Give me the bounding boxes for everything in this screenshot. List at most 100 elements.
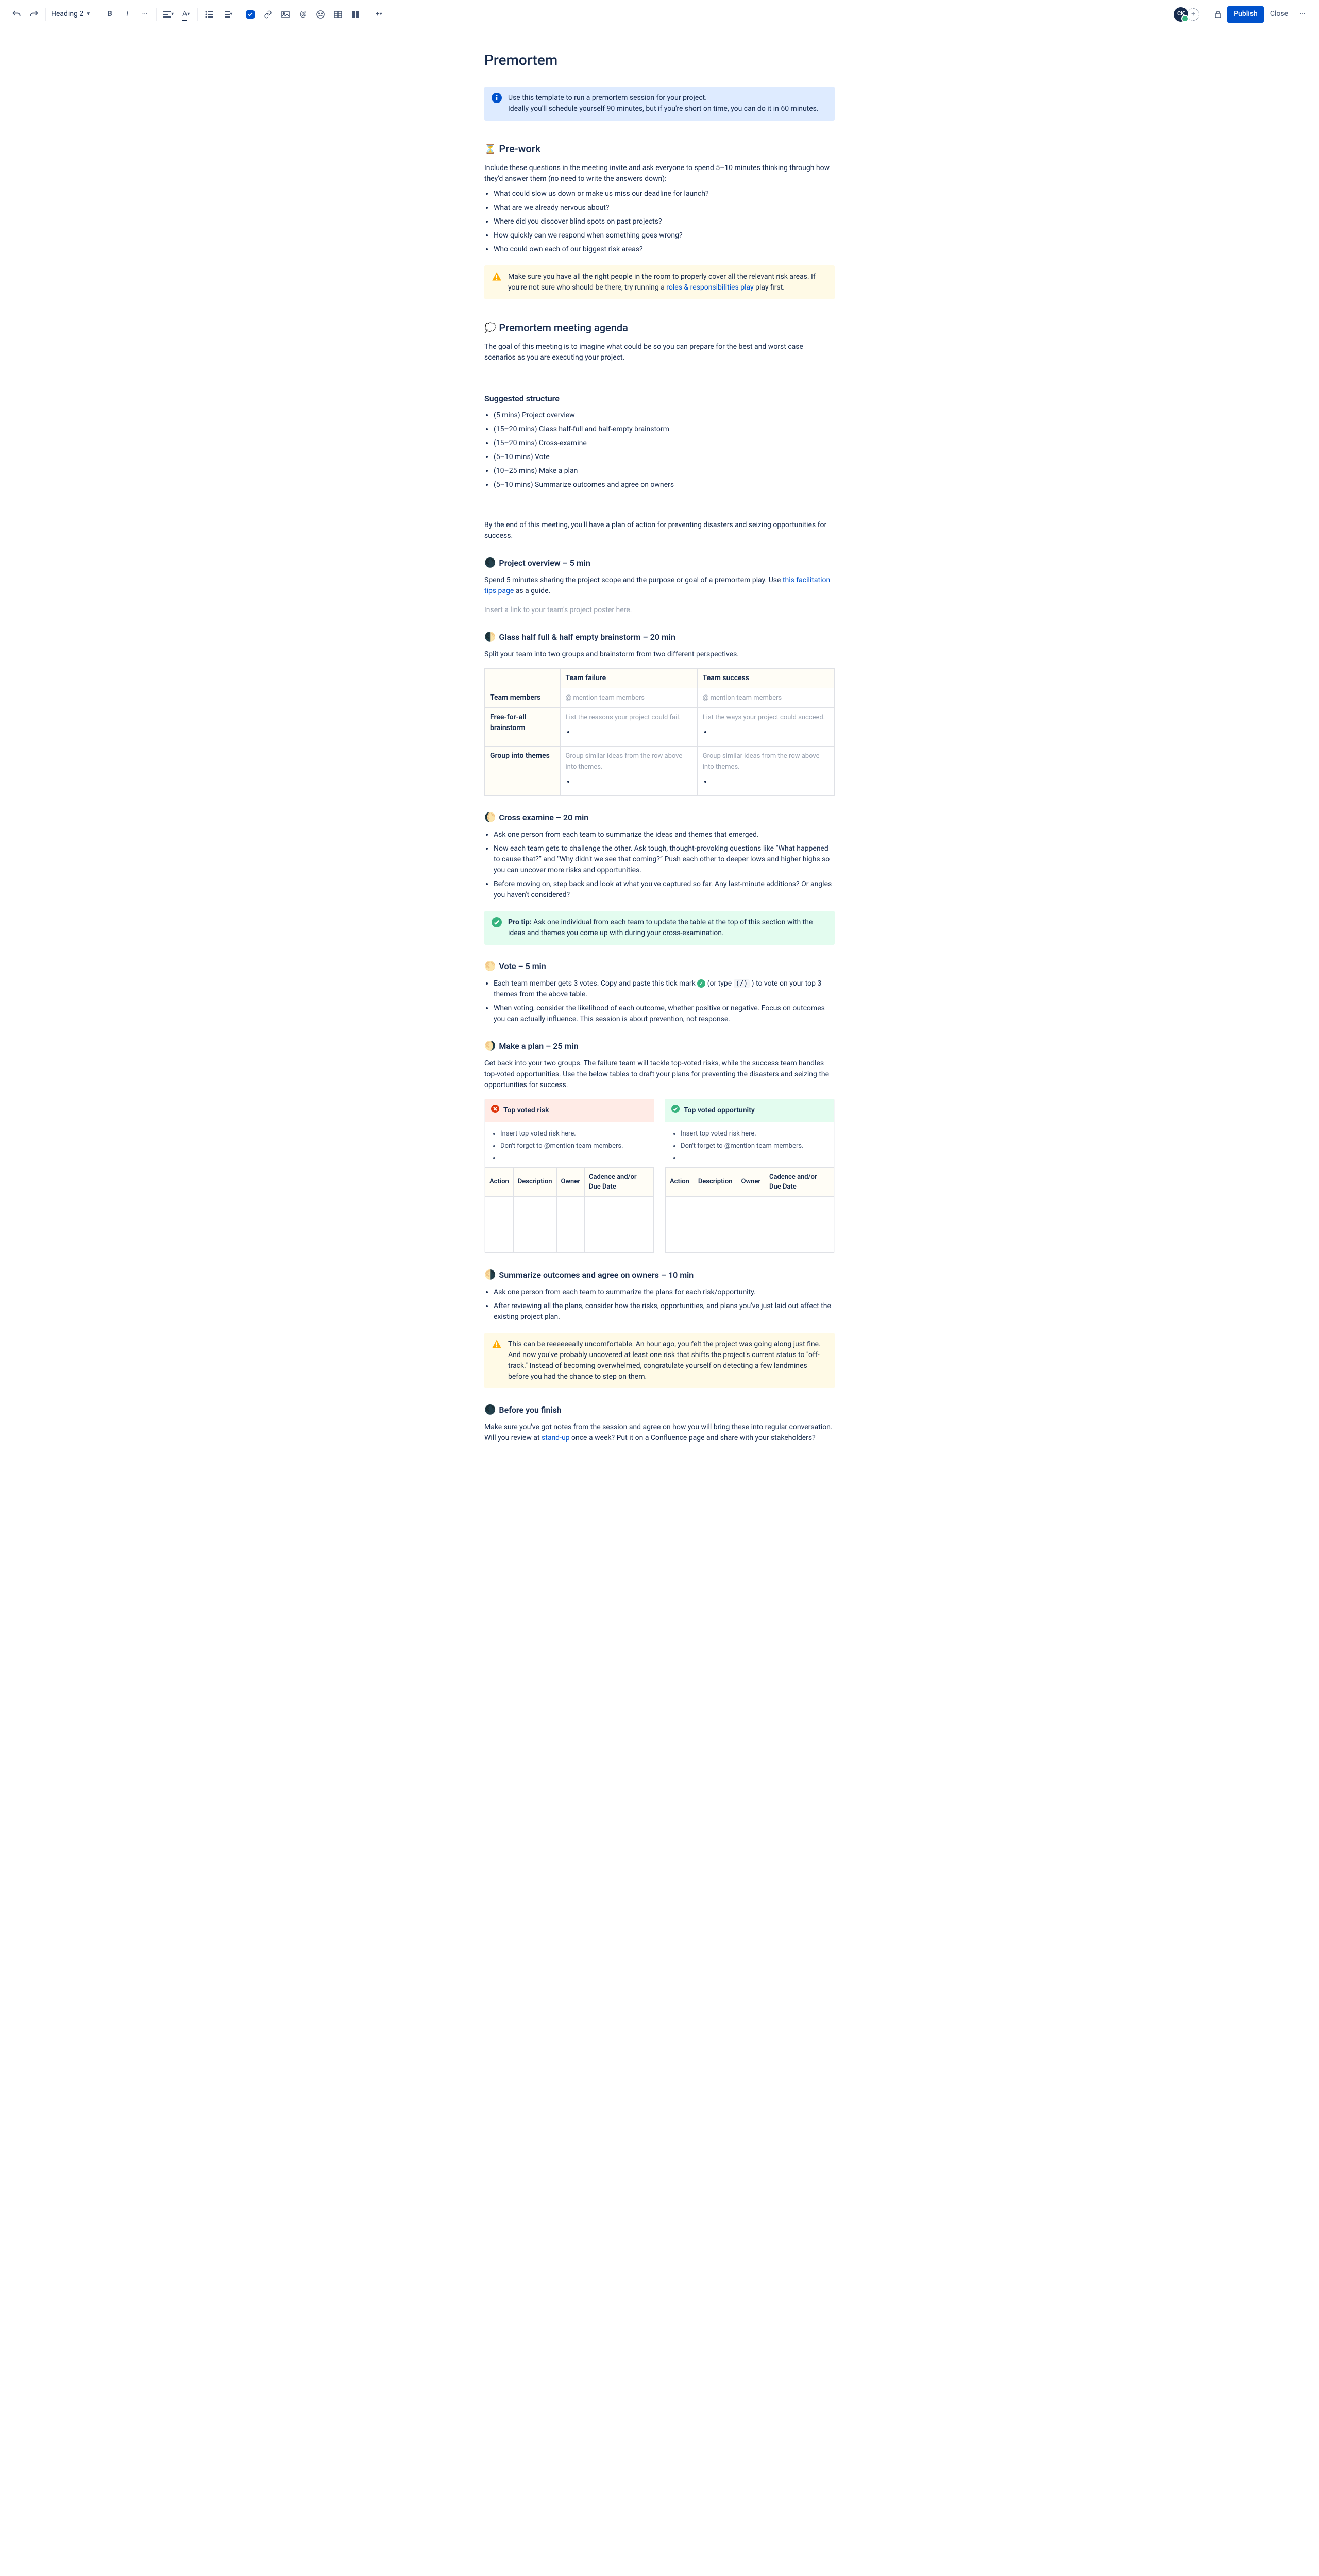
list-item[interactable]: Insert top voted risk here. (500, 1129, 647, 1139)
finish-text[interactable]: Make sure you've got notes from the sess… (484, 1422, 835, 1444)
image-icon (281, 10, 290, 19)
list-item[interactable]: After reviewing all the plans, consider … (494, 1301, 835, 1323)
cross-heading[interactable]: 🌔 Cross examine – 20 min (484, 810, 835, 824)
mention-button[interactable]: @ (295, 6, 311, 23)
bullet-list-button[interactable] (201, 6, 217, 23)
mention-placeholder[interactable]: @ mention team members (566, 694, 645, 702)
info-panel-text[interactable]: Use this template to run a premortem ses… (508, 93, 827, 114)
list-item[interactable]: Who could own each of our biggest risk a… (494, 244, 835, 255)
hourglass-emoji: ⏳ (484, 142, 496, 156)
list-item[interactable]: Before moving on, step back and look at … (494, 879, 835, 901)
action-item-button[interactable] (242, 6, 259, 23)
structure-list[interactable]: (5 mins) Project overview (15–20 mins) G… (494, 410, 835, 490)
restrictions-button[interactable] (1210, 6, 1226, 23)
lock-open-icon (1214, 10, 1222, 19)
publish-button[interactable]: Publish (1227, 6, 1264, 23)
list-item[interactable]: Don't forget to @mention team members. (681, 1141, 827, 1151)
text-color-button[interactable]: A ▾ (178, 6, 194, 23)
italic-button[interactable]: I (119, 6, 136, 23)
close-button[interactable]: Close (1265, 6, 1293, 23)
invite-button[interactable]: + (1187, 8, 1199, 21)
list-item[interactable]: (15–20 mins) Cross-examine (494, 438, 835, 449)
plan-heading[interactable]: 🌖 Make a plan – 25 min (484, 1039, 835, 1053)
prework-intro[interactable]: Include these questions in the meeting i… (484, 163, 835, 184)
avatar[interactable]: CK (1174, 7, 1188, 22)
check-icon (671, 1105, 680, 1116)
link-button[interactable] (260, 6, 276, 23)
opp-action-table[interactable]: Action Description Owner Cadence and/or … (665, 1167, 834, 1253)
check-icon (492, 917, 502, 927)
list-item[interactable]: Now each team gets to challenge the othe… (494, 843, 835, 876)
overview-placeholder[interactable]: Insert a link to your team's project pos… (484, 605, 835, 616)
emoji-button[interactable] (312, 6, 329, 23)
table-row (666, 1234, 834, 1253)
more-actions-button[interactable]: ··· (1294, 6, 1311, 23)
align-button[interactable]: ▾ (160, 6, 177, 23)
insert-button[interactable]: +▾ (370, 6, 387, 23)
more-formatting-button[interactable]: ··· (137, 6, 153, 23)
list-item[interactable]: When voting, consider the likelihood of … (494, 1003, 835, 1025)
agenda-heading[interactable]: 💭 Premortem meeting agenda (484, 320, 835, 335)
summarize-list[interactable]: Ask one person from each team to summari… (494, 1287, 835, 1323)
redo-button[interactable] (26, 6, 42, 23)
roles-link[interactable]: roles & responsibilities play (666, 283, 753, 292)
redo-icon (29, 9, 39, 20)
brainstorm-intro[interactable]: Split your team into two groups and brai… (484, 649, 835, 660)
vote-heading[interactable]: 🌕 Vote – 5 min (484, 959, 835, 973)
moon-emoji: 🌑 (484, 1403, 496, 1417)
list-item[interactable]: (15–20 mins) Glass half-full and half-em… (494, 424, 835, 435)
col-blank (485, 669, 561, 688)
warning-text[interactable]: Make sure you have all the right people … (508, 272, 827, 293)
code-snippet: (/) (734, 979, 750, 988)
numbered-list-button[interactable]: ▾ (218, 6, 235, 23)
prework-list[interactable]: What could slow us down or make us miss … (494, 189, 835, 255)
prework-heading[interactable]: ⏳ Pre-work (484, 141, 835, 157)
list-item[interactable]: Ask one person from each team to summari… (494, 829, 835, 840)
warning-text[interactable]: This can be reeeeeeally uncomfortable. A… (508, 1339, 827, 1382)
list-item[interactable]: What could slow us down or make us miss … (494, 189, 835, 199)
page-title[interactable]: Premortem (484, 49, 835, 71)
overview-text[interactable]: Spend 5 minutes sharing the project scop… (484, 575, 835, 597)
list-item[interactable]: Don't forget to @mention team members. (500, 1141, 647, 1151)
chevron-down-icon: ▼ (86, 10, 91, 18)
brainstorm-heading[interactable]: 🌓 Glass half full & half empty brainstor… (484, 630, 835, 644)
summarize-heading[interactable]: 🌗 Summarize outcomes and agree on owners… (484, 1268, 835, 1282)
list-item[interactable]: Each team member gets 3 votes. Copy and … (494, 978, 835, 1000)
cross-list[interactable]: Ask one person from each team to summari… (494, 829, 835, 901)
list-item[interactable]: What are we already nervous about? (494, 202, 835, 213)
agenda-intro[interactable]: The goal of this meeting is to imagine w… (484, 342, 835, 363)
layouts-button[interactable] (347, 6, 364, 23)
standup-link[interactable]: stand-up (542, 1434, 570, 1442)
list-item[interactable]: (5 mins) Project overview (494, 410, 835, 421)
list-item[interactable]: Ask one person from each team to summari… (494, 1287, 835, 1298)
tip-panel: Pro tip: Ask one individual from each te… (484, 911, 835, 945)
list-item[interactable]: (5–10 mins) Summarize outcomes and agree… (494, 480, 835, 490)
tip-text[interactable]: Pro tip: Ask one individual from each te… (508, 917, 827, 939)
heading-selector-label: Heading 2 (51, 9, 83, 20)
finish-heading[interactable]: 🌑 Before you finish (484, 1403, 835, 1417)
thought-emoji: 💭 (484, 321, 496, 335)
brainstorm-table[interactable]: Team failure Team success Team members @… (484, 668, 835, 796)
vote-list[interactable]: Each team member gets 3 votes. Copy and … (494, 978, 835, 1025)
list-item[interactable]: Where did you discover blind spots on pa… (494, 216, 835, 227)
image-button[interactable] (277, 6, 294, 23)
list-item[interactable]: (5–10 mins) Vote (494, 452, 835, 463)
overview-heading[interactable]: 🌑 Project overview – 5 min (484, 556, 835, 570)
structure-heading[interactable]: Suggested structure (484, 393, 835, 405)
plan-intro[interactable]: Get back into your two groups. The failu… (484, 1058, 835, 1091)
list-item[interactable]: (10–25 mins) Make a plan (494, 466, 835, 477)
list-item[interactable] (500, 1153, 647, 1163)
agenda-outro[interactable]: By the end of this meeting, you'll have … (484, 520, 835, 541)
error-icon (491, 1105, 499, 1116)
heading-selector[interactable]: Heading 2 ▼ (49, 6, 95, 23)
risk-action-table[interactable]: Action Description Owner Cadence and/or … (485, 1167, 654, 1253)
info-panel: Use this template to run a premortem ses… (484, 87, 835, 121)
list-item[interactable]: Insert top voted risk here. (681, 1129, 827, 1139)
table-row (666, 1196, 834, 1215)
mention-placeholder[interactable]: @ mention team members (703, 694, 782, 702)
table-button[interactable] (330, 6, 346, 23)
bold-button[interactable]: B (102, 6, 118, 23)
undo-button[interactable] (8, 6, 25, 23)
list-item[interactable] (681, 1153, 827, 1163)
list-item[interactable]: How quickly can we respond when somethin… (494, 230, 835, 241)
